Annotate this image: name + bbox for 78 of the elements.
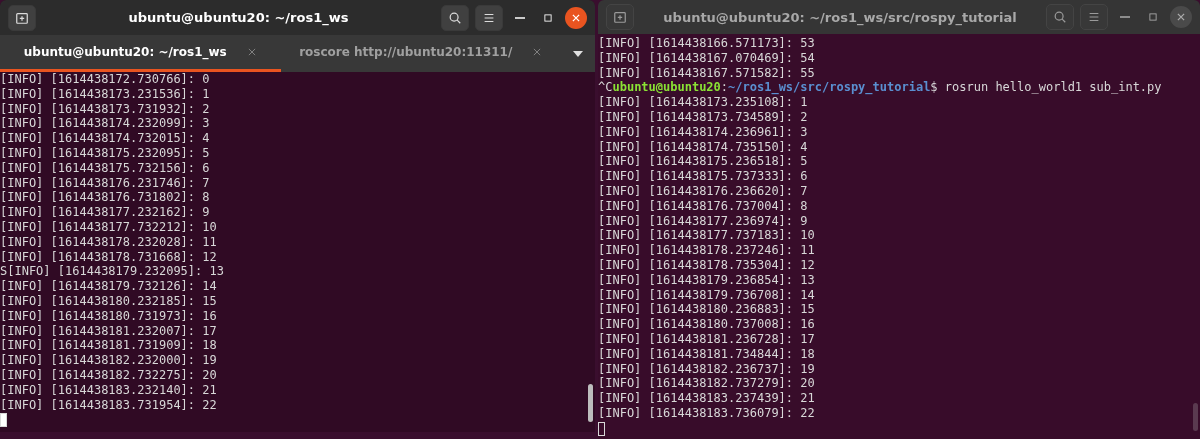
output-line: [INFO] [1614438178.232028]: 11: [0, 234, 217, 250]
new-tab-icon: [15, 10, 29, 25]
output-line: [INFO] [1614438175.236518]: 5: [598, 154, 808, 170]
menu-button[interactable]: [475, 4, 503, 31]
output-line: [INFO] [1614438178.731668]: 12: [0, 249, 217, 265]
output-line: [INFO] [1614438167.571582]: 55: [598, 65, 815, 81]
text-cursor: [0, 413, 7, 428]
output-line: [INFO] [1614438177.732212]: 10: [0, 219, 217, 235]
output-line: [INFO] [1614438180.731973]: 16: [0, 308, 217, 324]
output-line: [INFO] [1614438172.730766]: 0: [0, 72, 210, 87]
window-title: ubuntu@ubuntu20: ~/ros1_ws/src/rospy_tutorial: [662, 9, 1018, 25]
output-line: [INFO] [1614438177.737183]: 10: [598, 228, 815, 244]
close-icon: [571, 12, 581, 23]
output-line: [INFO] [1614438181.232007]: 17: [0, 323, 217, 339]
close-tab-icon: [246, 47, 257, 57]
output-line: [INFO] [1614438176.236620]: 7: [598, 183, 808, 199]
output-line: [INFO] [1614438173.731932]: 2: [0, 101, 210, 117]
output-line: [INFO] [1614438183.237439]: 21: [598, 391, 815, 406]
new-tab-button[interactable]: [606, 4, 634, 30]
output-line: [INFO] [1614438174.236961]: 3: [598, 124, 808, 140]
text-cursor: [598, 421, 605, 436]
menu-icon: [1087, 10, 1101, 24]
output-line: [INFO] [1614438175.732156]: 6: [0, 160, 210, 176]
search-button[interactable]: [1046, 4, 1074, 30]
output-line: [INFO] [1614438182.737279]: 20: [598, 376, 815, 392]
scrollbar[interactable]: [588, 384, 593, 422]
close-button[interactable]: [565, 6, 587, 29]
output-line: [INFO] [1614438181.236728]: 17: [598, 331, 815, 347]
output-line: [INFO] [1614438179.732126]: 14: [0, 279, 217, 294]
output-line: [INFO] [1614438181.731909]: 18: [0, 338, 217, 354]
menu-button[interactable]: [1080, 4, 1108, 30]
output-line: [INFO] [1614438174.732015]: 4: [0, 131, 210, 146]
output-line: [INFO] [1614438183.232140]: 21: [0, 382, 217, 398]
output-line: [INFO] [1614438182.236737]: 19: [598, 361, 815, 377]
output-line: [INFO] [1614438173.734589]: 2: [598, 110, 808, 125]
output-line: [INFO] [1614438183.736079]: 22: [598, 405, 815, 421]
minimize-icon: [515, 16, 525, 19]
output-line: [INFO] [1614438177.236974]: 9: [598, 213, 808, 229]
search-button[interactable]: [441, 4, 469, 31]
output-line: [INFO] [1614438178.735304]: 12: [598, 257, 815, 273]
close-icon: [1176, 12, 1186, 22]
output-line: [INFO] [1614438180.737008]: 16: [598, 317, 815, 332]
close-tab-icon: [532, 47, 543, 57]
output-line: [INFO] [1614438179.236854]: 13: [598, 272, 815, 288]
maximize-icon: [1148, 12, 1158, 22]
output-line: [INFO] [1614438178.237246]: 11: [598, 243, 815, 258]
maximize-icon: [543, 12, 553, 23]
terminal-tab[interactable]: ubuntu@ubuntu20: ~/ros1_ws: [0, 35, 281, 72]
output-line: [INFO] [1614438176.231746]: 7: [0, 175, 210, 191]
search-icon: [448, 10, 462, 25]
output-line: [INFO] [1614438177.232162]: 9: [0, 205, 210, 220]
output-line: [INFO] [1614438179.736708]: 14: [598, 287, 815, 303]
new-tab-icon: [613, 10, 627, 24]
terminal-tab[interactable]: roscore http://ubuntu20:11311/: [280, 35, 561, 72]
scrollbar[interactable]: [1193, 403, 1198, 431]
output-line: [INFO] [1614438175.232095]: 5: [0, 146, 210, 161]
output-line: [INFO] [1614438175.737333]: 6: [598, 169, 808, 184]
new-tab-button[interactable]: [8, 4, 36, 31]
prompt-line: ^Cubuntu@ubuntu20:~/ros1_ws/src/rospy_tutorial$ rosrun hello_world1 sub_int.py: [598, 80, 1162, 96]
output-line: [INFO] [1614438173.235108]: 1: [598, 95, 808, 110]
window-title: ubuntu@ubuntu20: ~/ros1_ws: [127, 10, 350, 25]
output-line: [INFO] [1614438180.232185]: 15: [0, 293, 217, 309]
output-line: [INFO] [1614438182.732275]: 20: [0, 367, 217, 383]
output-line: [INFO] [1614438174.735150]: 4: [598, 139, 808, 155]
caret-icon: [573, 50, 583, 57]
output-line: [INFO] [1614438176.731802]: 8: [0, 190, 210, 206]
search-icon: [1053, 10, 1067, 24]
output-line: [INFO] [1614438180.236883]: 15: [598, 302, 815, 318]
output-line: S[INFO] [1614438179.232095]: 13: [0, 264, 224, 280]
output-line: [INFO] [1614438176.737004]: 8: [598, 198, 808, 214]
output-line: [INFO] [1614438167.070469]: 54: [598, 50, 815, 66]
output-line: [INFO] [1614438181.734844]: 18: [598, 346, 815, 362]
output-line: [INFO] [1614438166.571173]: 53: [598, 36, 815, 51]
output-line: [INFO] [1614438183.731954]: 22: [0, 397, 217, 413]
output-line: [INFO] [1614438173.231536]: 1: [0, 86, 210, 102]
output-line: [INFO] [1614438182.232000]: 19: [0, 353, 217, 368]
minimize-icon: [1120, 16, 1130, 18]
output-line: [INFO] [1614438174.232099]: 3: [0, 116, 210, 132]
